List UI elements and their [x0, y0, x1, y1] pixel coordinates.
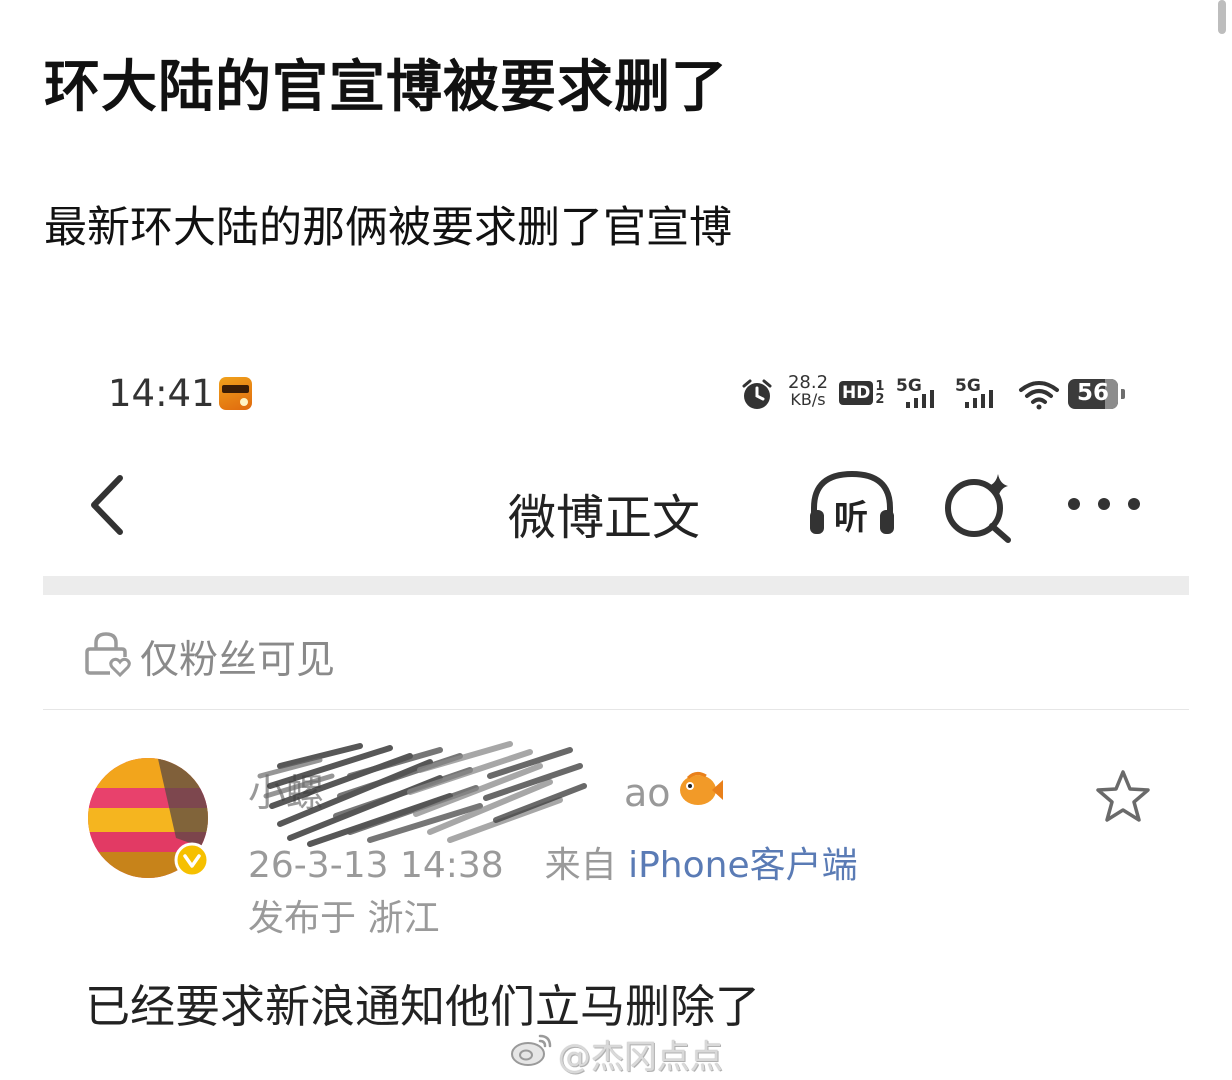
- fans-only-lock-icon: [85, 632, 131, 677]
- divider: [43, 709, 1189, 710]
- status-time: 14:41: [108, 372, 215, 415]
- weibo-content: 已经要求新浪通知他们立马删除了: [85, 980, 761, 1033]
- alarm-icon: [742, 379, 772, 409]
- avatar[interactable]: [86, 740, 210, 880]
- scrollbar[interactable]: [1218, 0, 1226, 34]
- verified-badge-icon: [174, 842, 210, 878]
- post-date: 26-3-13 14:38: [248, 845, 504, 886]
- app-notification-icon: [219, 377, 252, 410]
- section-divider: [43, 576, 1189, 595]
- star-icon: [1096, 770, 1150, 822]
- listen-button[interactable]: 听: [806, 468, 898, 540]
- network-speed: 28.2 KB/s: [786, 372, 830, 409]
- wifi-icon: [1019, 381, 1059, 410]
- hd-label: HD: [839, 381, 874, 405]
- visibility-label: 仅粉丝可见: [140, 638, 336, 683]
- net-speed-value: 28.2: [787, 372, 829, 393]
- nav-title: 微博正文: [508, 490, 701, 546]
- author-name-end: ao: [624, 771, 671, 815]
- net-speed-unit: KB/s: [790, 390, 826, 409]
- post-location: 发布于 浙江: [248, 898, 440, 939]
- hd-voice-icon: HD 12: [839, 380, 884, 406]
- watermark-text: @杰冈点点: [558, 1037, 723, 1076]
- source-link[interactable]: iPhone客户端: [628, 845, 858, 886]
- source-prefix: 来自: [544, 845, 617, 886]
- post-body: 最新环大陆的那俩被要求删了官宣博: [44, 203, 732, 253]
- ai-search-button[interactable]: [942, 470, 1016, 544]
- listen-label: 听: [834, 498, 868, 538]
- battery-level: 56: [1076, 380, 1109, 406]
- fish-badge-icon: [680, 771, 723, 805]
- sparkle-icon: [988, 474, 1008, 498]
- back-button[interactable]: [82, 470, 142, 540]
- post-title: 环大陆的官宣博被要求删了: [44, 55, 728, 120]
- weibo-logo-icon: [511, 1034, 552, 1066]
- more-options-button[interactable]: [1062, 484, 1146, 524]
- post-meta: 26-3-13 14:38 来自 iPhone客户端: [248, 836, 858, 888]
- favorite-star-button[interactable]: [1094, 768, 1152, 826]
- battery-icon: 56: [1068, 379, 1125, 409]
